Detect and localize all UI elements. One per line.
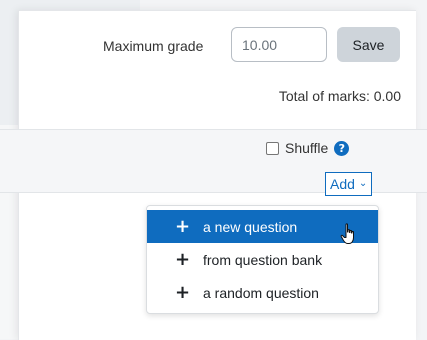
shuffle-checkbox[interactable] [266, 141, 279, 155]
maximum-grade-input[interactable] [231, 27, 327, 62]
plus-icon: + [175, 248, 191, 270]
menu-item-label: from question bank [203, 251, 323, 268]
shuffle-label: Shuffle [285, 140, 329, 156]
help-icon[interactable]: ? [334, 140, 350, 156]
maximum-grade-label: Maximum grade [103, 38, 204, 54]
plus-icon: + [175, 215, 191, 237]
save-button[interactable]: Save [337, 27, 400, 62]
add-label: Add [330, 176, 355, 192]
shuffle-control: Shuffle ? [266, 139, 350, 157]
add-menu: + a new question + from question bank + … [146, 205, 379, 314]
total-marks: Total of marks: 0.00 [278, 88, 401, 104]
hand-cursor-icon [340, 223, 354, 244]
menu-item-label: a new question [203, 218, 298, 235]
menu-item-from-question-bank[interactable]: + from question bank [147, 243, 378, 276]
add-dropdown-button[interactable]: Add ⌄ [325, 172, 373, 196]
chevron-down-icon: ⌄ [358, 178, 368, 189]
menu-item-label: a random question [203, 284, 319, 301]
plus-icon: + [175, 281, 191, 303]
menu-item-random-question[interactable]: + a random question [147, 276, 378, 309]
